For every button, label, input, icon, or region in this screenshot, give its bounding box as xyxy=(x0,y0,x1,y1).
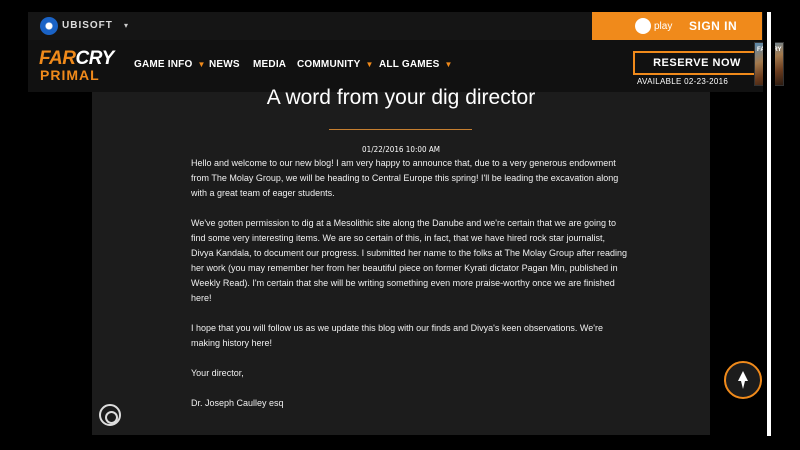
blog-post-panel: A word from your dig director 01/22/2016… xyxy=(92,86,710,435)
chevron-down-icon: ▼ xyxy=(365,60,374,69)
post-author: Dr. Joseph Caulley esq xyxy=(191,398,284,408)
availability-date: AVAILABLE 02-23-2016 xyxy=(637,77,729,86)
uplay-icon xyxy=(635,18,651,34)
logo-primal[interactable]: PRIMAL xyxy=(40,67,100,83)
nav-item-game-info[interactable]: GAME INFO ▼ xyxy=(134,59,206,70)
floating-action-button[interactable] xyxy=(724,361,762,399)
sign-in-label: SIGN IN xyxy=(689,19,738,33)
logo-cry: CRY xyxy=(75,48,115,69)
nav-item-label: COMMUNITY xyxy=(297,59,361,70)
nav-item-label: MEDIA xyxy=(253,59,287,70)
main-nav: FARCRY PRIMAL GAME INFO ▼ NEWS MEDIA COMM… xyxy=(28,40,784,92)
reserve-now-button[interactable]: RESERVE NOW xyxy=(633,51,761,75)
uplay-label: play xyxy=(654,21,673,32)
ubisoft-brand[interactable]: UBISOFT xyxy=(62,20,113,31)
ubisoft-caret-icon[interactable]: ▾ xyxy=(124,21,128,30)
nav-item-label: ALL GAMES xyxy=(379,59,440,70)
title-divider xyxy=(329,129,472,130)
scrollbar-thumb[interactable] xyxy=(767,12,771,436)
nav-item-label: NEWS xyxy=(209,59,240,70)
post-paragraph: Hello and welcome to our new blog! I am … xyxy=(191,158,619,198)
logo-far: FAR xyxy=(39,48,76,69)
post-signoff: Your director, xyxy=(191,368,244,378)
post-date: 01/22/2016 10:00 AM xyxy=(362,145,440,154)
post-body: Hello and welcome to our new blog! I am … xyxy=(191,156,629,426)
ubisoft-logo-icon[interactable] xyxy=(40,17,58,35)
scrollbar[interactable] xyxy=(763,12,775,436)
chevron-down-icon: ▼ xyxy=(197,60,206,69)
nav-item-label: GAME INFO xyxy=(134,59,193,70)
reserve-now-label: RESERVE NOW xyxy=(653,57,741,69)
ring-icon[interactable] xyxy=(99,404,121,426)
nav-item-media[interactable]: MEDIA xyxy=(253,59,286,70)
post-paragraph: I hope that you will follow us as we upd… xyxy=(191,323,603,348)
nav-item-community[interactable]: COMMUNITY ▼ xyxy=(297,59,374,70)
nav-item-all-games[interactable]: ALL GAMES ▼ xyxy=(379,59,453,70)
chevron-down-icon: ▼ xyxy=(444,60,453,69)
post-title: A word from your dig director xyxy=(266,86,536,109)
nav-item-news[interactable]: NEWS xyxy=(209,59,240,70)
sign-in-button[interactable]: play SIGN IN xyxy=(592,12,762,40)
post-paragraph: We've gotten permission to dig at a Meso… xyxy=(191,218,628,303)
arrowhead-icon xyxy=(738,371,748,389)
top-letterbox xyxy=(0,0,800,12)
